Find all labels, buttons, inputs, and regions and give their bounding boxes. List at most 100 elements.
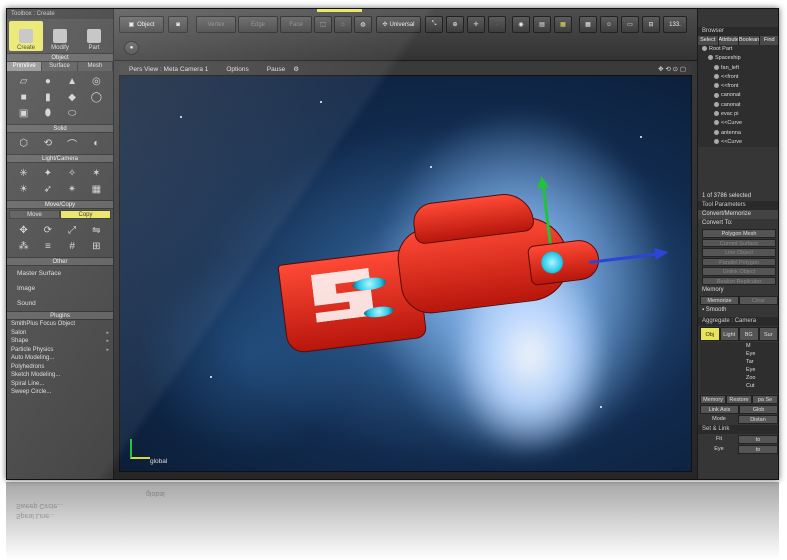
link-axis-checkbox[interactable]: Link Axis bbox=[700, 405, 739, 414]
distance-select[interactable]: Distan bbox=[738, 415, 778, 424]
object-section-header[interactable]: Object bbox=[7, 53, 113, 62]
plugin-item[interactable]: Polyhedrons bbox=[7, 363, 113, 372]
visibility-icon[interactable] bbox=[714, 83, 719, 89]
light-camera-section-header[interactable]: Light/Camera bbox=[7, 154, 113, 163]
move-copy-section-header[interactable]: Move/Copy bbox=[7, 200, 113, 209]
tab-attribute[interactable]: Attribute bbox=[718, 36, 739, 45]
render-button[interactable]: ◉ bbox=[512, 16, 530, 33]
snap-button[interactable]: ✛ bbox=[467, 16, 485, 33]
tree-row[interactable]: <<front bbox=[698, 82, 778, 91]
plugin-item[interactable]: Spiral Line... bbox=[7, 380, 113, 389]
visibility-icon[interactable] bbox=[714, 73, 719, 79]
spot-light-icon[interactable]: ✦ bbox=[37, 167, 58, 180]
visibility-icon[interactable] bbox=[714, 111, 719, 117]
tree-row[interactable]: <<Curve bbox=[698, 138, 778, 147]
memorize-button[interactable]: Memorize bbox=[700, 296, 739, 305]
linear-light-icon[interactable]: ✶ bbox=[86, 167, 107, 180]
aggregate-space-button[interactable]: pa Se bbox=[752, 395, 778, 404]
tab-boolean[interactable]: Boolean bbox=[739, 36, 760, 45]
viewport-pause-button[interactable]: Pause bbox=[267, 66, 285, 73]
visibility-icon[interactable] bbox=[702, 46, 707, 52]
master-surface-item[interactable]: Master Surface bbox=[7, 266, 113, 281]
plugin-item[interactable]: SmithPlus Focus Object bbox=[7, 320, 113, 329]
tree-row[interactable]: canonat bbox=[698, 91, 778, 100]
torus-tool-icon[interactable]: ◎ bbox=[86, 75, 107, 88]
camera-tool-icon[interactable]: ▦ bbox=[86, 183, 107, 196]
sphere-tool-icon[interactable]: ● bbox=[37, 75, 58, 88]
tab-find[interactable]: Find bbox=[759, 36, 778, 45]
plugins-section-header[interactable]: Plugins bbox=[7, 311, 113, 320]
edge-mode-button[interactable]: Edge bbox=[238, 16, 278, 33]
realize-replicator-button[interactable]: Realize Replicator bbox=[702, 276, 776, 285]
tree-row[interactable]: <<Curve bbox=[698, 119, 778, 128]
visibility-icon[interactable] bbox=[714, 120, 719, 126]
image-item[interactable]: Image bbox=[7, 281, 113, 296]
sweep-tool-icon[interactable]: ⌒ bbox=[62, 137, 83, 151]
tree-row[interactable]: <<front bbox=[698, 73, 778, 82]
rotate-tool-icon[interactable]: ⟳ bbox=[37, 224, 58, 237]
viewport-settings-icon[interactable]: ⚙ bbox=[293, 65, 299, 73]
viewport-nav-icons[interactable]: ✥ ⟲ ⊙ ▢ bbox=[658, 65, 686, 73]
disabled-tool-button[interactable]: · bbox=[488, 16, 506, 33]
tree-row[interactable]: antenna bbox=[698, 129, 778, 138]
aggregate-memory-button[interactable]: Memory bbox=[700, 395, 726, 404]
spare-tool-icon[interactable] bbox=[86, 107, 107, 120]
unlink-object-button[interactable]: Unlink Object bbox=[702, 267, 776, 276]
zoom-display[interactable]: 133. bbox=[663, 16, 687, 33]
other-section-header[interactable]: Other bbox=[7, 257, 113, 266]
align-tool-icon[interactable]: ≡ bbox=[37, 240, 58, 253]
3d-viewport[interactable]: global bbox=[119, 75, 692, 472]
curved-surface-button[interactable]: Curved Surface bbox=[702, 238, 776, 247]
wireframe-button[interactable]: ▤ bbox=[533, 16, 551, 33]
object-mode-button[interactable]: ▣ Object bbox=[119, 16, 164, 33]
tab-primitive[interactable]: Primitive bbox=[7, 62, 43, 71]
polygon-mesh-button[interactable]: Polygon Mesh bbox=[702, 229, 776, 238]
lathe-tool-icon[interactable]: ◐ bbox=[86, 137, 107, 150]
mode-create-button[interactable]: Create bbox=[9, 21, 43, 51]
plane-tool-icon[interactable]: ▱ bbox=[13, 75, 34, 88]
clear-button[interactable]: Clear bbox=[739, 296, 778, 305]
area-light-icon[interactable]: ✧ bbox=[62, 167, 83, 180]
cylinder-tool-icon[interactable]: ▮ bbox=[37, 91, 58, 104]
plugin-item[interactable]: Particle Physics ▸ bbox=[7, 346, 113, 355]
grid-button[interactable]: ▦ bbox=[579, 16, 597, 33]
layout-button[interactable]: ▦ bbox=[554, 16, 572, 33]
numeric-tool-icon[interactable]: # bbox=[62, 240, 83, 253]
tab-aggregate-bg[interactable]: BG bbox=[739, 327, 759, 341]
camera-button[interactable]: ◙ bbox=[168, 16, 188, 33]
tab-aggregate-light[interactable]: Light bbox=[719, 327, 739, 341]
solid-section-header[interactable]: Solid bbox=[7, 124, 113, 133]
tree-row[interactable]: Cut bbox=[742, 382, 778, 390]
axis-button[interactable]: ⤡ bbox=[425, 16, 443, 33]
visibility-icon[interactable] bbox=[714, 92, 719, 98]
vertex-mode-button[interactable]: Vertex bbox=[196, 16, 236, 33]
directional-light-icon[interactable]: ➶ bbox=[37, 183, 58, 196]
select-rect-button[interactable]: ⬚ bbox=[314, 16, 332, 33]
cone-tool-icon[interactable]: ▲ bbox=[62, 75, 83, 88]
fit-to-button[interactable]: to bbox=[738, 435, 778, 444]
visibility-icon[interactable] bbox=[714, 64, 719, 70]
figure-button[interactable]: ☺ bbox=[600, 16, 618, 33]
revolve-tool-icon[interactable]: ⟲ bbox=[37, 137, 58, 150]
ring-tool-icon[interactable]: ◯ bbox=[86, 91, 107, 104]
plugin-item[interactable]: Sketch Modeling... bbox=[7, 371, 113, 380]
tree-row[interactable]: Eye bbox=[742, 366, 778, 374]
move-button[interactable]: Move bbox=[9, 210, 60, 219]
box-tool-icon[interactable]: ▣ bbox=[13, 107, 34, 120]
plugin-item[interactable]: Shape ▸ bbox=[7, 337, 113, 346]
set-link-header[interactable]: Set & Link bbox=[698, 425, 778, 434]
tab-aggregate-obj[interactable]: Obj bbox=[700, 327, 720, 341]
capsule-tool-icon[interactable]: ⬮ bbox=[37, 107, 58, 120]
plugin-item[interactable]: Sweep Circle... bbox=[7, 388, 113, 397]
viewport-options-menu[interactable]: Options bbox=[226, 66, 248, 73]
tab-aggregate-sur[interactable]: Sur bbox=[758, 327, 778, 341]
tree-row[interactable]: Zoo bbox=[742, 374, 778, 382]
tree-row[interactable]: canonat bbox=[698, 101, 778, 110]
coordinate-system-label[interactable]: global bbox=[150, 458, 167, 465]
visibility-icon[interactable] bbox=[714, 129, 719, 135]
plugin-item[interactable]: Salon ▸ bbox=[7, 329, 113, 338]
tree-row[interactable]: evac pi bbox=[698, 110, 778, 119]
extrude-tool-icon[interactable]: ⬡ bbox=[13, 137, 34, 150]
tab-mesh[interactable]: Mesh bbox=[77, 62, 113, 71]
parallel-polygon-button[interactable]: Parallel Polygon bbox=[702, 257, 776, 266]
